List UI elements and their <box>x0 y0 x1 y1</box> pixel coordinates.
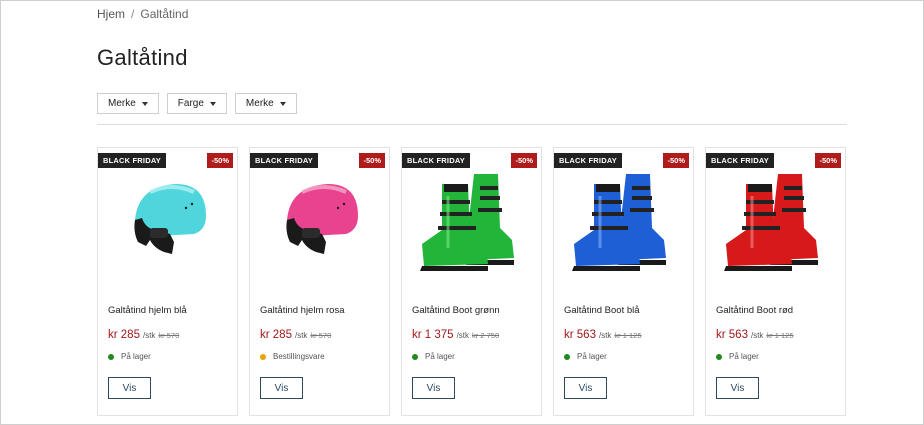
product-name[interactable]: Galtåtind Boot grønn <box>412 305 500 316</box>
breadcrumb-separator: / <box>131 7 135 21</box>
filter-brand-button[interactable]: Merke <box>97 93 159 114</box>
product-card[interactable]: BLACK FRIDAY -50% Galtåtind hjelm blå kr… <box>97 147 238 416</box>
stock-status: På lager <box>564 352 607 361</box>
price: kr 563 <box>716 329 748 341</box>
stock-dot-icon <box>412 353 418 360</box>
price: kr 563 <box>564 329 596 341</box>
stock-label: Bestillingsvare <box>273 352 325 361</box>
stock-label: På lager <box>425 352 455 361</box>
price: kr 285 <box>108 329 140 341</box>
price-unit: /stk <box>142 331 156 340</box>
view-product-button[interactable]: Vis <box>564 377 607 399</box>
black-friday-badge: BLACK FRIDAY <box>98 153 166 168</box>
filter-bar: Merke Farge Merke <box>97 93 297 114</box>
ski-boot-icon[interactable] <box>706 168 845 278</box>
price-unit: /stk <box>456 331 470 340</box>
product-card[interactable]: BLACK FRIDAY -50% Galtåtind Boot rød kr … <box>705 147 846 416</box>
discount-badge: -50% <box>511 153 537 168</box>
product-card[interactable]: BLACK FRIDAY -50% Galtåtind hjelm rosa k… <box>249 147 390 416</box>
product-card[interactable]: BLACK FRIDAY -50% Galtåtind Boot blå kr … <box>553 147 694 416</box>
product-name[interactable]: Galtåtind hjelm blå <box>108 305 187 316</box>
stock-dot-icon <box>564 353 570 360</box>
stock-dot-icon <box>108 353 114 360</box>
filter-label: Farge <box>177 98 204 109</box>
price: kr 285 <box>260 329 292 341</box>
stock-label: På lager <box>121 352 151 361</box>
stock-status: På lager <box>108 352 151 361</box>
breadcrumb-current: Galtåtind <box>140 7 189 21</box>
old-price: kr 2 750 <box>472 331 500 340</box>
stock-label: På lager <box>577 352 607 361</box>
breadcrumb-home-link[interactable]: Hjem <box>97 7 125 21</box>
price-unit: /stk <box>598 331 612 340</box>
ski-boot-icon[interactable] <box>402 168 541 278</box>
old-price: kr 570 <box>158 331 180 340</box>
old-price: kr 570 <box>310 331 332 340</box>
helmet-icon[interactable] <box>98 168 237 278</box>
discount-badge: -50% <box>663 153 689 168</box>
caret-down-icon <box>209 101 216 106</box>
stock-dot-icon <box>716 353 722 360</box>
filter-label: Merke <box>108 98 136 109</box>
old-price: kr 1 125 <box>614 331 642 340</box>
view-product-button[interactable]: Vis <box>716 377 759 399</box>
stock-dot-icon <box>260 353 266 360</box>
filter-brand-button-2[interactable]: Merke <box>234 93 297 114</box>
ski-boot-icon[interactable] <box>554 168 693 278</box>
black-friday-badge: BLACK FRIDAY <box>706 153 774 168</box>
old-price: kr 1 125 <box>766 331 794 340</box>
black-friday-badge: BLACK FRIDAY <box>250 153 318 168</box>
stock-status: Bestillingsvare <box>260 352 325 361</box>
discount-badge: -50% <box>815 153 841 168</box>
product-name[interactable]: Galtåtind hjelm rosa <box>260 305 344 316</box>
price-row: kr 563 /stk kr 1 125 <box>716 329 794 341</box>
black-friday-badge: BLACK FRIDAY <box>554 153 622 168</box>
price-row: kr 1 375 /stk kr 2 750 <box>412 329 499 341</box>
product-card[interactable]: BLACK FRIDAY -50% Galtåtind Boot grønn k… <box>401 147 542 416</box>
discount-badge: -50% <box>207 153 233 168</box>
price-unit: /stk <box>294 331 308 340</box>
view-product-button[interactable]: Vis <box>108 377 151 399</box>
product-grid: BLACK FRIDAY -50% Galtåtind hjelm blå kr… <box>97 147 846 416</box>
price-row: kr 285 /stk kr 570 <box>260 329 331 341</box>
page-title: Galtåtind <box>97 45 188 70</box>
filter-color-button[interactable]: Farge <box>166 93 227 114</box>
caret-down-icon <box>279 101 286 106</box>
stock-label: På lager <box>729 352 759 361</box>
helmet-icon[interactable] <box>250 168 389 278</box>
view-product-button[interactable]: Vis <box>412 377 455 399</box>
price-unit: /stk <box>750 331 764 340</box>
filter-label: Merke <box>245 98 274 109</box>
price: kr 1 375 <box>412 329 454 341</box>
product-name[interactable]: Galtåtind Boot rød <box>716 305 793 316</box>
product-name[interactable]: Galtåtind Boot blå <box>564 305 640 316</box>
divider <box>97 124 847 125</box>
price-row: kr 285 /stk kr 570 <box>108 329 179 341</box>
view-product-button[interactable]: Vis <box>260 377 303 399</box>
discount-badge: -50% <box>359 153 385 168</box>
breadcrumb: Hjem / Galtåtind <box>97 7 188 21</box>
price-row: kr 563 /stk kr 1 125 <box>564 329 642 341</box>
caret-down-icon <box>141 101 148 106</box>
stock-status: På lager <box>412 352 455 361</box>
stock-status: På lager <box>716 352 759 361</box>
black-friday-badge: BLACK FRIDAY <box>402 153 470 168</box>
